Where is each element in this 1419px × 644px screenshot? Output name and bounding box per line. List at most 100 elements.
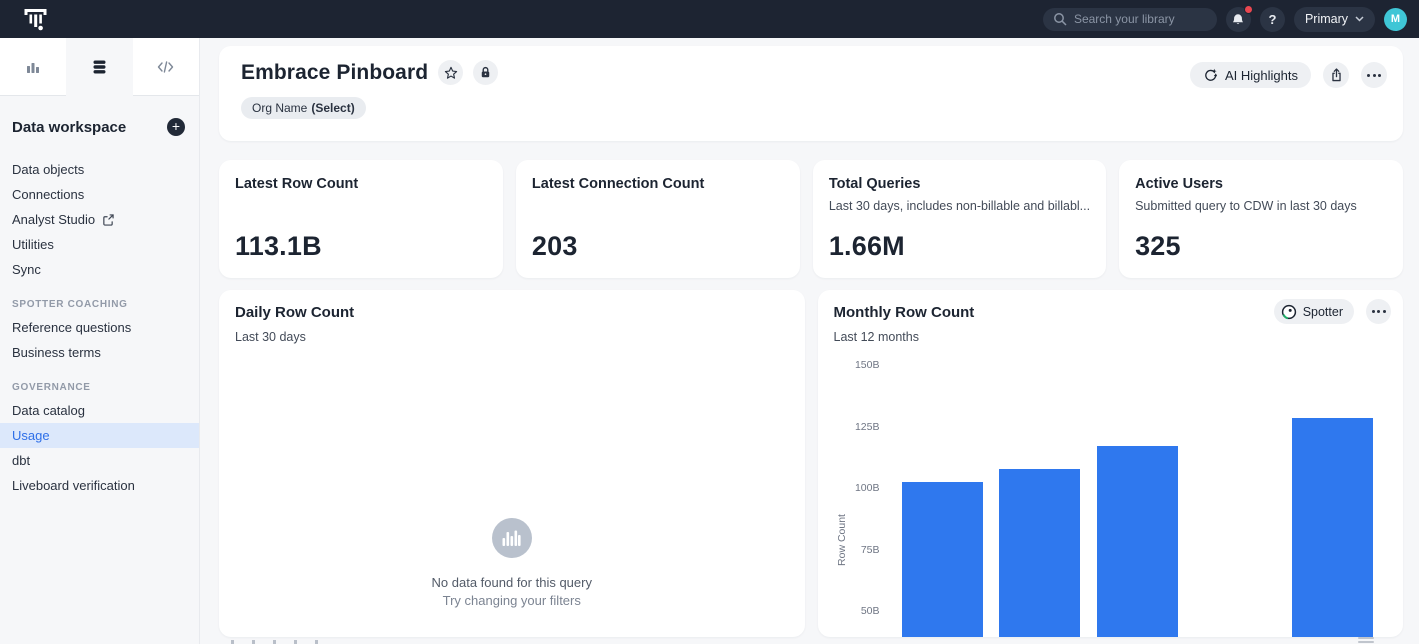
kpi-subtitle: Submitted query to CDW in last 30 days	[1135, 199, 1387, 213]
drag-handle-icon[interactable]	[1358, 637, 1374, 644]
ai-highlights-button[interactable]: AI Highlights	[1190, 62, 1311, 88]
notifications-button[interactable]	[1226, 7, 1251, 32]
bell-icon	[1231, 12, 1245, 26]
sidebar-item-label: Data catalog	[12, 403, 85, 418]
bar-chart-icon	[25, 59, 41, 75]
bar-month-3[interactable]	[1097, 446, 1178, 637]
sidebar-item-utilities[interactable]: Utilities	[0, 232, 199, 257]
kpi-card-active-users[interactable]: Active Users Submitted query to CDW in l…	[1119, 160, 1403, 278]
sidebar-item-reference-questions[interactable]: Reference questions	[0, 315, 199, 340]
kpi-title: Latest Connection Count	[532, 176, 784, 192]
notification-badge	[1244, 5, 1253, 14]
kpi-row: Latest Row Count 113.1B Latest Connectio…	[219, 160, 1403, 278]
app-window: Search your library ? Primary	[0, 0, 1419, 644]
daily-row-count-card: Daily Row Count Last 30 days No data fou…	[219, 290, 805, 637]
add-new-button[interactable]: +	[167, 118, 185, 136]
kpi-value: 113.1B	[235, 231, 487, 262]
org-selector-dropdown[interactable]: Primary	[1294, 7, 1375, 32]
kpi-value: 1.66M	[829, 231, 1090, 262]
sidebar-item-sync[interactable]: Sync	[0, 257, 199, 282]
more-options-button[interactable]	[1361, 62, 1387, 88]
sidebar-item-label: Analyst Studio	[12, 212, 95, 227]
help-button[interactable]: ?	[1260, 7, 1285, 32]
kpi-card-latest-connection-count[interactable]: Latest Connection Count 203	[516, 160, 800, 278]
tab-data-workspace[interactable]	[66, 38, 132, 96]
chart-row: Daily Row Count Last 30 days No data fou…	[219, 290, 1403, 637]
sidebar-item-label: Utilities	[12, 237, 54, 252]
monthly-row-count-card: Monthly Row Count Last 12 months Spo	[818, 290, 1404, 637]
thoughtspot-logo-icon[interactable]	[20, 4, 50, 34]
search-placeholder: Search your library	[1074, 12, 1175, 26]
sidebar-item-label: Reference questions	[12, 320, 131, 335]
kpi-value: 203	[532, 231, 784, 262]
clipped-next-row	[219, 637, 1403, 644]
empty-state-subtitle: Try changing your filters	[443, 593, 581, 608]
sidebar-item-usage[interactable]: Usage	[0, 423, 199, 448]
liveboard-header-card: Embrace Pinboard	[219, 46, 1403, 141]
empty-state-title: No data found for this query	[432, 575, 592, 590]
page-title: Embrace Pinboard	[241, 61, 428, 85]
section-label-governance: GOVERNANCE	[0, 382, 199, 393]
left-sidebar: Data workspace + Data objects Connection…	[0, 38, 200, 644]
kpi-card-latest-row-count[interactable]: Latest Row Count 113.1B	[219, 160, 503, 278]
top-navigation-bar: Search your library ? Primary	[0, 0, 1419, 38]
question-mark-icon: ?	[1268, 12, 1276, 27]
clipped-text-fragments	[231, 637, 318, 644]
lock-icon	[479, 66, 492, 79]
bar-month-2[interactable]	[999, 469, 1080, 637]
sidebar-item-dbt[interactable]: dbt	[0, 448, 199, 473]
avatar-initial: M	[1391, 13, 1400, 25]
share-button[interactable]	[1323, 62, 1349, 88]
chart-title: Daily Row Count	[235, 304, 789, 321]
sidebar-item-label: Connections	[12, 187, 84, 202]
library-search-input[interactable]: Search your library	[1043, 8, 1217, 31]
sidebar-item-data-objects[interactable]: Data objects	[0, 157, 199, 182]
workspace-header: Data workspace +	[0, 118, 199, 136]
favorite-button[interactable]	[438, 60, 463, 85]
sidebar-item-label: Liveboard verification	[12, 478, 135, 493]
ai-highlights-label: AI Highlights	[1225, 68, 1298, 83]
sidebar-nav: Data objects Connections Analyst Studio …	[0, 157, 199, 498]
sidebar-item-liveboard-verification[interactable]: Liveboard verification	[0, 473, 199, 498]
bar-month-5[interactable]	[1292, 418, 1373, 637]
ai-sparkle-icon	[1203, 68, 1218, 83]
org-selector-value: Primary	[1305, 12, 1348, 26]
kpi-title: Total Queries	[829, 176, 1090, 192]
chart-subtitle: Last 30 days	[235, 330, 789, 344]
main-content: Embrace Pinboard	[200, 38, 1419, 644]
empty-state: No data found for this query Try changin…	[219, 518, 805, 608]
filter-chip-label: Org Name	[252, 101, 307, 115]
tab-insights[interactable]	[0, 38, 66, 96]
kpi-card-total-queries[interactable]: Total Queries Last 30 days, includes non…	[813, 160, 1106, 278]
code-icon	[157, 60, 174, 74]
external-link-icon	[102, 214, 114, 226]
sidebar-item-analyst-studio[interactable]: Analyst Studio	[0, 207, 199, 232]
star-icon	[444, 66, 458, 80]
share-icon	[1330, 68, 1343, 82]
kpi-subtitle: Last 30 days, includes non-billable and …	[829, 199, 1090, 213]
sidebar-item-label: Usage	[12, 428, 50, 443]
permissions-button[interactable]	[473, 60, 498, 85]
section-label-spotter-coaching: SPOTTER COACHING	[0, 299, 199, 310]
sidebar-item-business-terms[interactable]: Business terms	[0, 340, 199, 365]
kpi-title: Active Users	[1135, 176, 1387, 192]
sidebar-item-connections[interactable]: Connections	[0, 182, 199, 207]
user-avatar[interactable]: M	[1384, 8, 1407, 31]
sidebar-item-label: Business terms	[12, 345, 101, 360]
sidebar-item-label: Sync	[12, 262, 41, 277]
ellipsis-icon	[1367, 74, 1381, 77]
kpi-title: Latest Row Count	[235, 176, 487, 192]
org-name-filter-chip[interactable]: Org Name (Select)	[241, 97, 366, 119]
no-data-chart-icon	[492, 518, 532, 558]
filter-chip-value: (Select)	[311, 101, 354, 115]
bar-chart-plot-area	[818, 290, 1404, 637]
bar-month-1[interactable]	[902, 482, 983, 637]
sidebar-item-label: dbt	[12, 453, 30, 468]
chevron-down-icon	[1355, 16, 1364, 22]
database-icon	[92, 59, 107, 75]
kpi-value: 325	[1135, 231, 1387, 262]
workspace-title: Data workspace	[12, 119, 126, 136]
sidebar-item-data-catalog[interactable]: Data catalog	[0, 398, 199, 423]
tab-developer[interactable]	[133, 38, 199, 96]
sidebar-item-label: Data objects	[12, 162, 84, 177]
